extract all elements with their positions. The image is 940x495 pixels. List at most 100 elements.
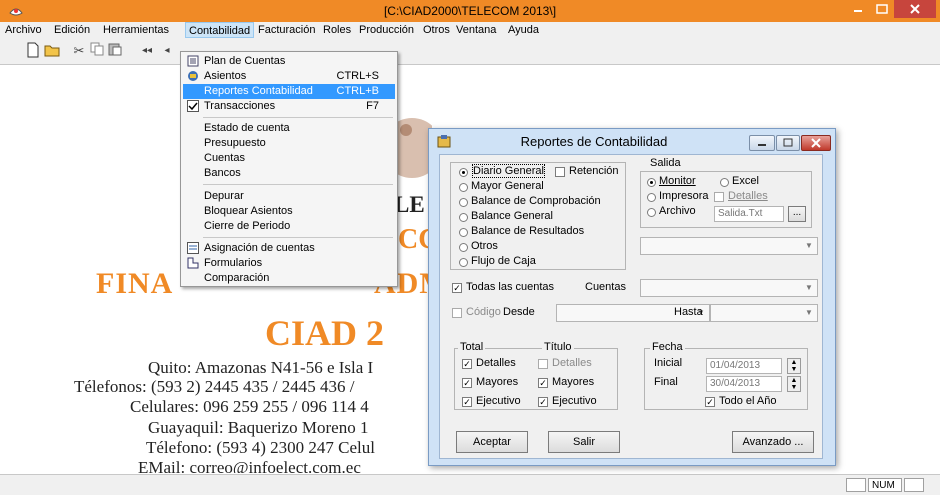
radio-excel[interactable] bbox=[720, 178, 729, 187]
label-archivo: Archivo bbox=[659, 205, 696, 217]
menu-roles[interactable]: Roles bbox=[323, 24, 351, 36]
menu-herramientas[interactable]: Herramientas bbox=[103, 24, 169, 36]
browse-button[interactable]: ... bbox=[788, 206, 806, 222]
menu-facturacion[interactable]: Facturación bbox=[258, 24, 315, 36]
otros-select[interactable]: ▼ bbox=[640, 237, 818, 255]
checkbox-titulo-mayores[interactable]: ✓ bbox=[538, 378, 548, 388]
prev-record-icon[interactable]: ◂ bbox=[158, 42, 176, 60]
checkbox-codigo[interactable] bbox=[452, 308, 462, 318]
open-folder-icon[interactable] bbox=[44, 42, 62, 60]
menu-item-cuentas[interactable]: Cuentas bbox=[183, 151, 395, 166]
salida-title: Salida bbox=[650, 157, 681, 169]
radio-impresora[interactable] bbox=[647, 193, 656, 202]
bg-address-4: Guayaquil: Baquerizo Moreno 1 bbox=[148, 418, 369, 437]
label-retencion: Retención bbox=[569, 165, 619, 177]
menu-separator bbox=[203, 184, 393, 185]
copy-icon[interactable] bbox=[88, 42, 106, 60]
bg-address-5: Télefono: (593 4) 2300 247 Celul bbox=[146, 438, 375, 457]
radio-monitor[interactable] bbox=[647, 178, 656, 187]
checkbox-titulo-ejecutivo[interactable]: ✓ bbox=[538, 397, 548, 407]
menu-ventana[interactable]: Ventana bbox=[456, 24, 496, 36]
toolbar: ✂ ◂◂ ◂ bbox=[0, 38, 940, 65]
menu-item-depurar[interactable]: Depurar bbox=[183, 189, 395, 204]
bg-address-1: Quito: Amazonas N41-56 e Isla I bbox=[148, 358, 374, 377]
label-desde: Desde bbox=[503, 306, 535, 318]
checkbox-total-ejecutivo[interactable]: ✓ bbox=[462, 397, 472, 407]
dialog-minimize-button[interactable] bbox=[749, 135, 775, 151]
new-file-icon[interactable] bbox=[24, 42, 42, 60]
menu-item-comparacion[interactable]: Comparación bbox=[183, 271, 395, 286]
status-panel-empty-2 bbox=[904, 478, 924, 492]
menu-produccion[interactable]: Producción bbox=[359, 24, 414, 36]
menu-contabilidad[interactable]: Contabilidad bbox=[185, 22, 255, 38]
menu-item-presupuesto[interactable]: Presupuesto bbox=[183, 136, 395, 151]
menu-separator bbox=[203, 117, 393, 118]
fecha-inicial-input[interactable]: 01/04/2013 bbox=[706, 358, 782, 374]
assign-icon bbox=[186, 242, 199, 255]
contabilidad-dropdown: Plan de Cuentas Asientos CTRL+S Reportes… bbox=[180, 51, 398, 287]
radio-archivo[interactable] bbox=[647, 208, 656, 217]
fecha-final-input[interactable]: 30/04/2013 bbox=[706, 376, 782, 392]
radio-otros[interactable] bbox=[459, 243, 468, 252]
menu-item-cierre-periodo[interactable]: Cierre de Periodo bbox=[183, 219, 395, 234]
menu-item-plan-cuentas[interactable]: Plan de Cuentas bbox=[183, 54, 395, 69]
radio-diario-general[interactable] bbox=[459, 168, 468, 177]
dialog-close-button[interactable] bbox=[801, 135, 831, 151]
archivo-input[interactable]: Salida.Txt bbox=[714, 206, 784, 222]
menu-item-reportes-contabilidad[interactable]: Reportes Contabilidad CTRL+B bbox=[183, 84, 395, 99]
menu-otros[interactable]: Otros bbox=[423, 24, 450, 36]
menu-archivo[interactable]: Archivo bbox=[5, 24, 42, 36]
chart-icon bbox=[186, 55, 199, 68]
radio-balance-resultados[interactable] bbox=[459, 228, 468, 237]
radio-balance-comprobacion[interactable] bbox=[459, 198, 468, 207]
label-mayor-general: Mayor General bbox=[471, 180, 544, 192]
aceptar-button[interactable]: Aceptar bbox=[456, 431, 528, 453]
checkbox-total-detalles[interactable]: ✓ bbox=[462, 359, 472, 369]
dialog-maximize-button[interactable] bbox=[776, 135, 800, 151]
radio-balance-general[interactable] bbox=[459, 213, 468, 222]
status-bar: NUM bbox=[0, 474, 940, 495]
fecha-final-spinner[interactable]: ▲ ▼ bbox=[787, 376, 801, 392]
cut-icon[interactable]: ✂ bbox=[70, 42, 88, 60]
label-total-mayores: Mayores bbox=[476, 376, 519, 388]
label-total-detalles: Detalles bbox=[476, 357, 516, 369]
avanzado-button[interactable]: Avanzado ... bbox=[732, 431, 814, 453]
menu-item-asignacion-cuentas[interactable]: Asignación de cuentas bbox=[183, 241, 395, 256]
label-hasta: Hasta bbox=[674, 306, 703, 318]
first-record-icon[interactable]: ◂◂ bbox=[138, 42, 156, 60]
checkbox-total-mayores[interactable]: ✓ bbox=[462, 378, 472, 388]
close-button[interactable] bbox=[894, 0, 936, 18]
menu-item-transacciones[interactable]: Transacciones F7 bbox=[183, 99, 395, 114]
menu-item-formularios[interactable]: Formularios bbox=[183, 256, 395, 271]
checkbox-retencion[interactable] bbox=[555, 167, 565, 177]
label-todas-cuentas: Todas las cuentas bbox=[466, 281, 555, 293]
bg-line-ciad: CIAD 2 bbox=[265, 313, 385, 353]
label-diario-general: Diario General bbox=[472, 164, 545, 178]
checkbox-titulo-detalles[interactable] bbox=[538, 359, 548, 369]
label-titulo-mayores: Mayores bbox=[552, 376, 595, 388]
menu-item-estado-cuenta[interactable]: Estado de cuenta bbox=[183, 121, 395, 136]
menu-edicion[interactable]: Edición bbox=[54, 24, 90, 36]
menu-item-bloquear-asientos[interactable]: Bloquear Asientos bbox=[183, 204, 395, 219]
radio-flujo-caja[interactable] bbox=[459, 258, 468, 267]
paste-icon[interactable] bbox=[106, 42, 124, 60]
menu-item-asientos[interactable]: Asientos CTRL+S bbox=[183, 69, 395, 84]
checkbox-todas-cuentas[interactable]: ✓ bbox=[452, 283, 462, 293]
checkbox-todo-el-anio[interactable]: ✓ bbox=[705, 397, 715, 407]
label-balance-resultados: Balance de Resultados bbox=[471, 225, 585, 237]
bg-address-6-clip: EMail: correo@infoelect.com.ec bbox=[100, 458, 430, 473]
hasta-select[interactable]: ▼ bbox=[710, 304, 818, 322]
radio-mayor-general[interactable] bbox=[459, 183, 468, 192]
total-title: Total bbox=[458, 341, 486, 353]
menu-item-bancos[interactable]: Bancos bbox=[183, 166, 395, 181]
maximize-button[interactable] bbox=[870, 0, 894, 18]
checkbox-detalles-salida[interactable] bbox=[714, 192, 724, 202]
bg-address-2: Télefonos: (593 2) 2445 435 / 2445 436 / bbox=[74, 377, 355, 396]
cuentas-select[interactable]: ▼ bbox=[640, 279, 818, 297]
minimize-button[interactable] bbox=[846, 0, 870, 18]
label-flujo-caja: Flujo de Caja bbox=[471, 255, 536, 267]
fecha-inicial-spinner[interactable]: ▲ ▼ bbox=[787, 358, 801, 374]
salir-button[interactable]: Salir bbox=[548, 431, 620, 453]
menu-ayuda[interactable]: Ayuda bbox=[508, 24, 539, 36]
label-excel: Excel bbox=[732, 175, 759, 187]
